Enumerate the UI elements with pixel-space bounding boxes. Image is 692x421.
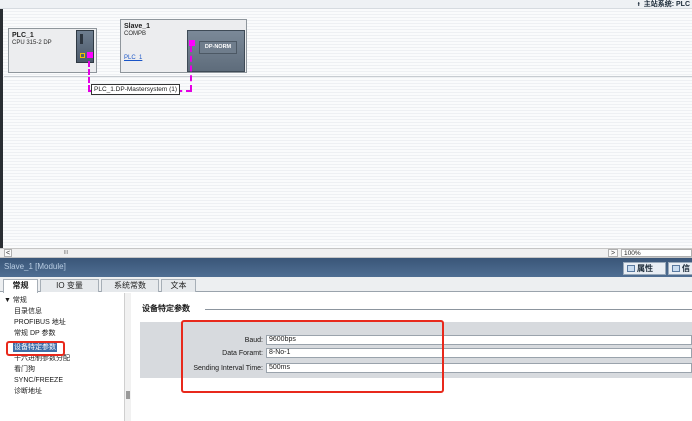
property-nav-tree[interactable]: ▼ 常规 目录信息 PROFIBUS 地址 常规 DP 参数 设备特定参数 十六… [0, 293, 131, 421]
profibus-line [190, 46, 192, 91]
tree-item-catalog-info[interactable]: 目录信息 [14, 307, 42, 316]
scroll-left-button[interactable]: < [4, 249, 12, 257]
tree-item-diagnostic-address[interactable]: 诊断地址 [14, 387, 42, 396]
plc-dp-port-icon[interactable] [87, 52, 93, 58]
master-system-label[interactable]: ᵻ 主站系统: PLC [638, 0, 690, 9]
inspector-tabstrip: 常规 IO 变量 系统常数 文本 [0, 277, 692, 293]
tab-io-tags[interactable]: IO 变量 [40, 279, 99, 292]
tab-texts[interactable]: 文本 [161, 279, 196, 292]
tab-properties[interactable]: 属性 [623, 262, 666, 275]
area-divider [4, 76, 692, 77]
dp-mastersystem-label[interactable]: PLC_1.DP-Mastersystem (1) [91, 84, 181, 95]
tree-item-sync-freeze[interactable]: SYNC/FREEZE [14, 376, 63, 385]
network-toolbar [0, 0, 692, 9]
network-view[interactable]: ᵻ 主站系统: PLC PLC_1 CPU 315-2 DP Slave_1 CO… [0, 0, 692, 248]
highlight-box-nav [6, 341, 65, 356]
plc-type: CPU 315-2 DP [12, 40, 52, 46]
inspector-header: Slave_1 [Module] 属性 信 [0, 258, 692, 277]
zoom-select[interactable]: 100% [621, 249, 692, 257]
tree-item-watchdog[interactable]: 看门狗 [14, 365, 35, 374]
plc-port-icon [80, 53, 85, 58]
highlight-box-params [181, 320, 444, 393]
properties-icon [627, 265, 635, 272]
section-title: 设备特定参数 [142, 304, 190, 313]
scroll-thumb[interactable]: III [60, 250, 72, 256]
horizontal-scrollbar[interactable]: < III > 100% [0, 248, 692, 258]
plc-name: PLC_1 [12, 32, 34, 39]
plc-module-graphic [76, 30, 94, 63]
inspector-title: Slave_1 [Module] [4, 262, 66, 271]
scroll-right-button[interactable]: > [608, 249, 618, 257]
tree-item-profibus-address[interactable]: PROFIBUS 地址 [14, 318, 66, 327]
tree-item-general-dp-params[interactable]: 常规 DP 参数 [14, 329, 56, 338]
slave-name: Slave_1 [124, 23, 151, 30]
pin-icon: ᵻ [637, 1, 640, 8]
plc-device[interactable]: PLC_1 CPU 315-2 DP [8, 28, 97, 73]
slave-device[interactable]: Slave_1 COMPB PLC_1 DP-NORM [120, 19, 247, 73]
section-divider [205, 309, 692, 310]
tab-info[interactable]: 信 [668, 262, 692, 275]
profibus-line [88, 61, 90, 91]
slave-master-link[interactable]: PLC_1 [124, 55, 142, 61]
tree-scrollbar[interactable] [124, 293, 131, 421]
slave-module-graphic: DP-NORM [187, 30, 245, 72]
tab-system-constants[interactable]: 系统常数 [101, 279, 159, 292]
slave-module-label: DP-NORM [199, 41, 237, 54]
tree-scroll-thumb[interactable] [126, 391, 130, 399]
tab-general[interactable]: 常规 [3, 279, 38, 293]
tree-item-general[interactable]: ▼ 常规 [4, 296, 27, 305]
slave-type: COMPB [124, 31, 147, 37]
window-frame [0, 0, 3, 248]
info-icon [672, 265, 680, 272]
